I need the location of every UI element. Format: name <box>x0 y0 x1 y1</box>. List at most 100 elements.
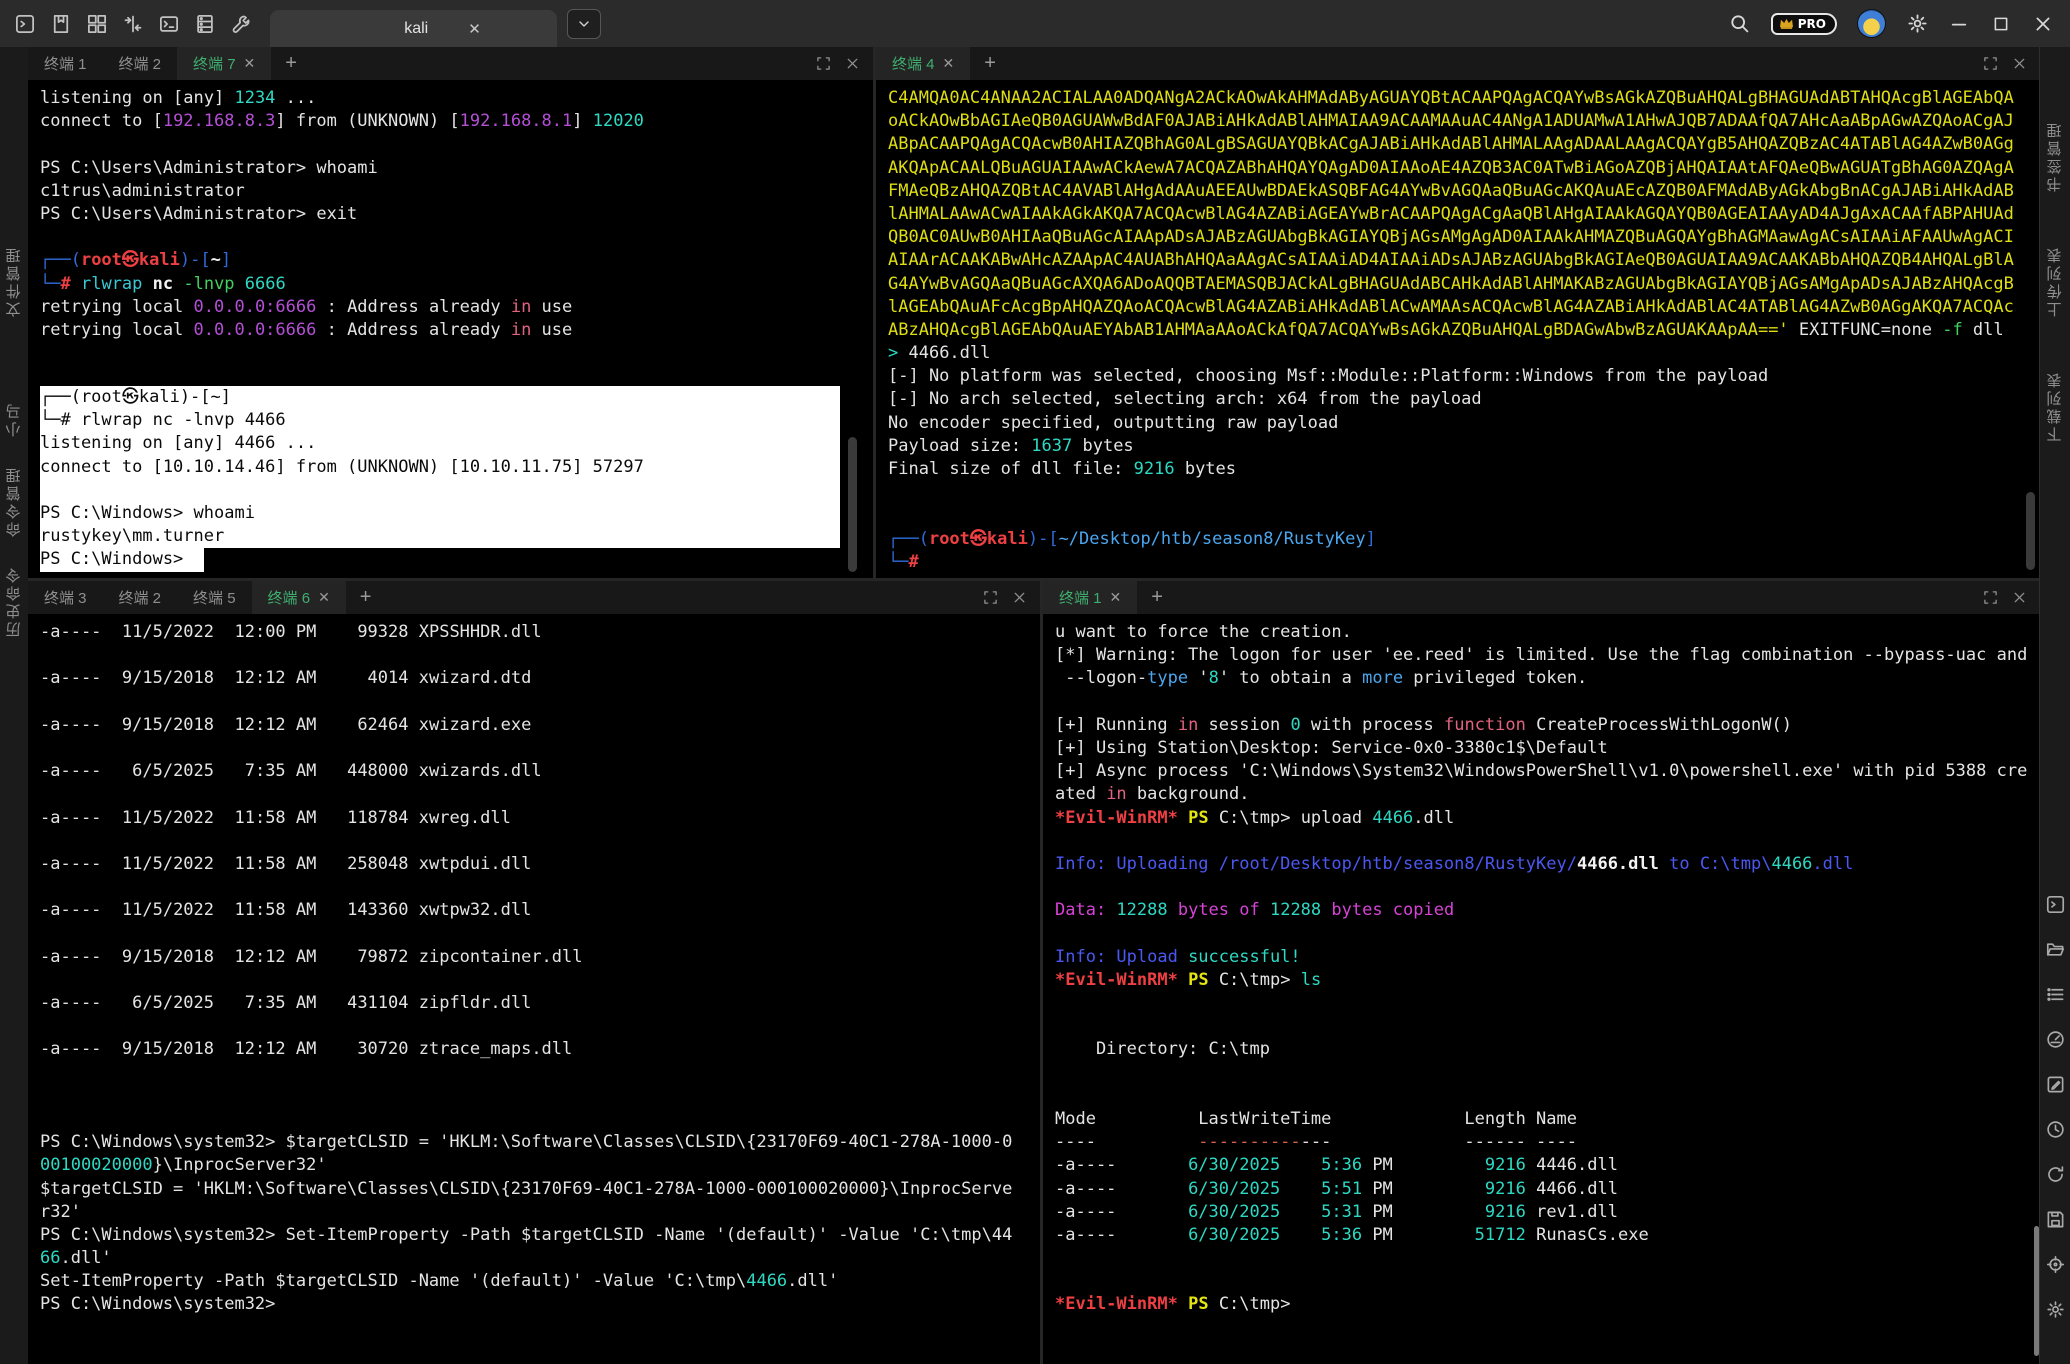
right-rail-list-icon[interactable] <box>2043 982 2067 1006</box>
tab-终端 1[interactable]: 终端 1✕ <box>1043 581 1137 614</box>
right-rail-folder-open-icon[interactable] <box>2043 937 2067 961</box>
right-sidebar-item-1[interactable]: 书签管理 <box>2045 82 2066 192</box>
tab-终端 3[interactable]: 终端 3 <box>28 581 103 614</box>
terminal-line: -a---- 11/5/2022 11:58 AM 143360 xwtpw32… <box>40 899 1040 922</box>
terminal-line <box>1055 1247 2040 1270</box>
terminal-line: -a---- 11/5/2022 11:58 AM 258048 xwtpdui… <box>40 853 1040 876</box>
terminal-line <box>1055 992 2040 1015</box>
minimize-icon[interactable] <box>1948 13 1970 35</box>
terminal-line: ABpACAAPQAgACQAcwB0AHIAZQBhAG0ALgBSAGUAY… <box>888 133 2040 156</box>
terminal-line <box>1055 830 2040 853</box>
terminal-line <box>1055 876 2040 899</box>
terminal-output-bottom-left[interactable]: -a---- 11/5/2022 12:00 PM 99328 XPSSHHDR… <box>28 614 1040 1364</box>
terminal-line-selected: PS C:\Windows> whoami <box>40 502 840 525</box>
scrollbar-thumb[interactable] <box>2026 492 2035 570</box>
maximize-icon[interactable] <box>1990 13 2012 35</box>
pro-badge[interactable]: PRO <box>1771 13 1837 35</box>
terminal-line: listening on [any] 1234 ... <box>40 87 873 110</box>
split-view-icon[interactable] <box>122 13 144 35</box>
tab-close-icon[interactable]: ✕ <box>318 589 330 606</box>
session-tab-kali[interactable]: kali ✕ <box>270 10 557 47</box>
terminal-line <box>1055 1085 2040 1108</box>
terminal-output-top-left[interactable]: listening on [any] 1234 ...connect to [1… <box>28 80 873 578</box>
terminal-cursor-icon[interactable] <box>158 13 180 35</box>
right-rail-clock-icon[interactable] <box>2043 1117 2067 1141</box>
right-rail-gauge-icon[interactable] <box>2043 1027 2067 1051</box>
terminal-line <box>888 481 2040 504</box>
right-rail-save-icon[interactable] <box>2043 1207 2067 1231</box>
user-avatar[interactable] <box>1857 9 1886 38</box>
left-sidebar-item-3[interactable]: 命令管理 <box>4 442 25 537</box>
tab-终端 1[interactable]: 终端 1 <box>28 47 103 80</box>
new-tab-button[interactable]: + <box>970 52 1010 75</box>
terminal-line: └─# <box>888 551 2040 574</box>
left-sidebar-item-4[interactable]: 历史命令 <box>4 542 25 637</box>
scrollbar-thumb[interactable] <box>848 437 857 572</box>
right-rail-refresh-icon[interactable] <box>2043 1162 2067 1186</box>
tab-终端 2[interactable]: 终端 2 <box>103 581 178 614</box>
terminal-line: [+] Running in session 0 with process fu… <box>1055 714 2040 737</box>
search-icon[interactable] <box>1729 13 1751 35</box>
right-sidebar: 书签管理上传列表下载列表 <box>2039 47 2070 1364</box>
grid-layout-icon[interactable] <box>86 13 108 35</box>
terminal-line <box>1055 1270 2040 1293</box>
settings-gear-icon[interactable] <box>1906 13 1928 35</box>
bookmark-file-icon[interactable] <box>50 13 72 35</box>
pane-close-icon[interactable] <box>2011 55 2028 72</box>
terminal-pane-top-left: 终端 1终端 2终端 7✕+ listening on [any] 1234 ..… <box>28 47 873 578</box>
right-rail-crosshair-icon[interactable] <box>2043 1252 2067 1276</box>
pane-close-icon[interactable] <box>844 55 861 72</box>
session-tab-close-icon[interactable]: ✕ <box>468 20 481 38</box>
tab-终端 6[interactable]: 终端 6✕ <box>252 581 346 614</box>
wrench-icon[interactable] <box>230 13 252 35</box>
terminal-line <box>1055 922 2040 945</box>
right-rail-edit-icon[interactable] <box>2043 1072 2067 1096</box>
right-rail-terminal-window-icon[interactable] <box>2043 892 2067 916</box>
new-tab-button[interactable]: + <box>271 52 311 75</box>
terminal-line <box>40 133 873 156</box>
terminal-line: *Evil-WinRM* PS C:\tmp> upload 4466.dll <box>1055 807 2040 830</box>
left-sidebar-item-2[interactable]: 小马 <box>4 367 25 437</box>
tab-终端 4[interactable]: 终端 4✕ <box>876 47 970 80</box>
terminal-line: ┌──(root㉿kali)-[~/Desktop/htb/season8/Ru… <box>888 528 2040 551</box>
pane-expand-icon[interactable] <box>815 55 832 72</box>
terminal-output-bottom-right[interactable]: u want to force the creation.[*] Warning… <box>1043 614 2040 1364</box>
tab-终端 5[interactable]: 终端 5 <box>177 581 252 614</box>
terminal-line <box>40 1062 1040 1085</box>
terminal-line <box>888 504 2040 527</box>
terminal-line: > 4466.dll <box>888 342 2040 365</box>
tab-close-icon[interactable]: ✕ <box>244 55 256 72</box>
right-sidebar-item-3[interactable]: 下载列表 <box>2045 332 2066 442</box>
terminal-window-icon[interactable] <box>14 13 36 35</box>
terminal-pane-top-right: 终端 4✕+ C4AMQA0AC4ANAA2ACIALAA0ADQANgA2ACk… <box>876 47 2040 578</box>
pane-expand-icon[interactable] <box>1982 55 1999 72</box>
terminal-pane-bottom-right: 终端 1✕+ u want to force the creation.[*] W… <box>1043 581 2040 1364</box>
terminal-line: u want to force the creation. <box>1055 621 2040 644</box>
tab-close-icon[interactable]: ✕ <box>1110 589 1122 606</box>
terminal-line: G4AYwBvAGQAaQBuAGcAXQA6ADoAQQBTAEMASQBJA… <box>888 273 2040 296</box>
session-dropdown-button[interactable] <box>567 9 601 39</box>
terminal-line: -a---- 6/5/2025 7:35 AM 448000 xwizards.… <box>40 760 1040 783</box>
terminal-line-selected: └─# rlwrap nc -lnvp 4466 <box>40 409 840 432</box>
right-rail-gear-icon[interactable] <box>2043 1297 2067 1321</box>
pane-close-icon[interactable] <box>1011 589 1028 606</box>
tab-终端 2[interactable]: 终端 2 <box>103 47 178 80</box>
terminal-line: QB0AC0AUwB0AHIAaQBuAGcAIAApADsAJABzAGUAb… <box>888 226 2040 249</box>
pane-close-icon[interactable] <box>2011 589 2028 606</box>
left-sidebar-item-1[interactable]: 文件管理 <box>4 177 25 317</box>
terminal-line <box>40 969 1040 992</box>
terminal-line: -a---- 9/15/2018 12:12 AM 79872 zipconta… <box>40 946 1040 969</box>
tab-终端 7[interactable]: 终端 7✕ <box>177 47 271 80</box>
right-sidebar-item-2[interactable]: 上传列表 <box>2045 207 2066 317</box>
terminal-line <box>1055 1015 2040 1038</box>
tab-close-icon[interactable]: ✕ <box>943 55 955 72</box>
new-tab-button[interactable]: + <box>346 586 386 609</box>
pane-expand-icon[interactable] <box>982 589 999 606</box>
close-icon[interactable] <box>2032 13 2054 35</box>
server-list-icon[interactable] <box>194 13 216 35</box>
terminal-output-top-right[interactable]: C4AMQA0AC4ANAA2ACIALAA0ADQANgA2ACkAOwAkA… <box>876 80 2040 578</box>
pane-expand-icon[interactable] <box>1982 589 1999 606</box>
titlebar-right: PRO <box>1729 9 2070 38</box>
new-tab-button[interactable]: + <box>1137 586 1177 609</box>
terminal-line: *Evil-WinRM* PS C:\tmp> ls <box>1055 969 2040 992</box>
